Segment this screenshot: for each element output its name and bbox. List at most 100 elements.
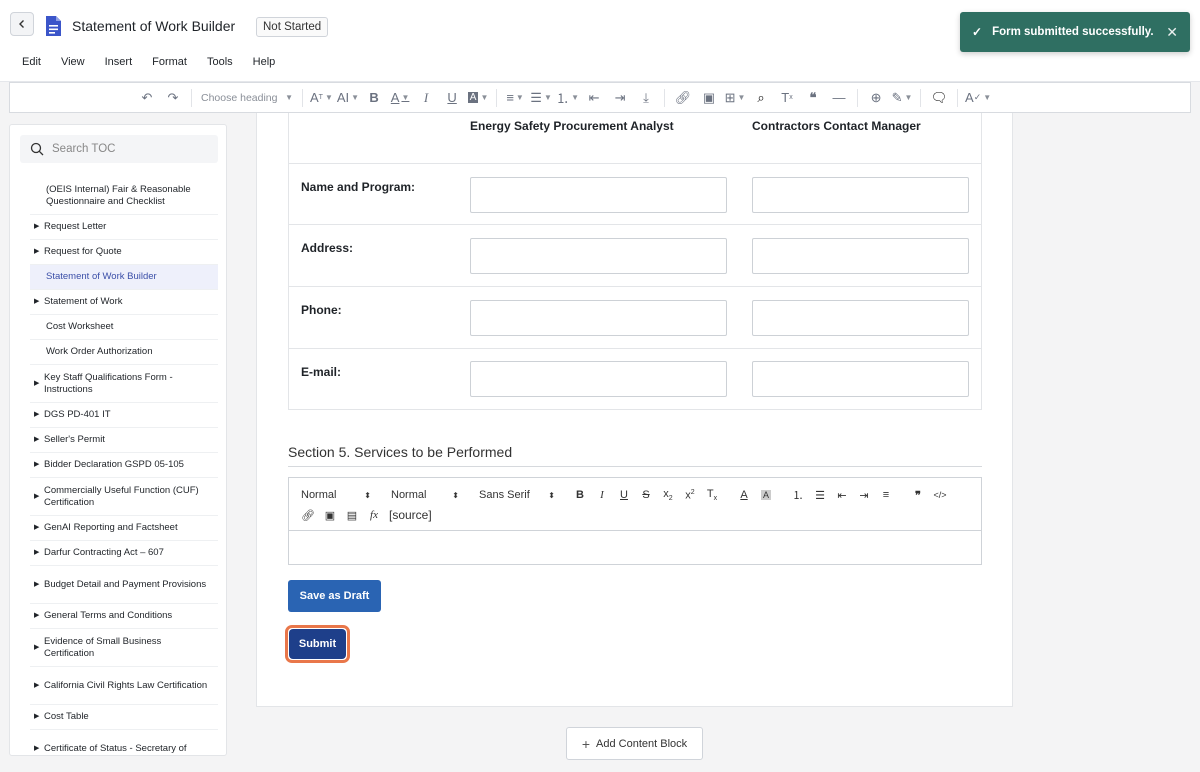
heading-select[interactable]: Choose heading ▼ bbox=[197, 92, 297, 104]
underline-icon[interactable]: U bbox=[613, 489, 635, 501]
toc-item[interactable]: ▶ Darfur Contracting Act – 607 bbox=[30, 541, 218, 566]
phone-field-2[interactable] bbox=[752, 300, 969, 336]
address-field-2[interactable] bbox=[752, 238, 969, 274]
formula-icon[interactable]: fx bbox=[363, 509, 385, 521]
strike-icon[interactable]: S bbox=[635, 489, 657, 501]
table-icon[interactable]: ⊞ ▼ bbox=[724, 87, 746, 109]
toc-item[interactable]: ▶ Budget Detail and Payment Provisions bbox=[30, 566, 218, 604]
phone-field-1[interactable] bbox=[470, 300, 727, 336]
comment-icon[interactable]: ⊕ bbox=[865, 87, 887, 109]
search-input[interactable] bbox=[52, 143, 202, 155]
superscript-icon[interactable]: x2 bbox=[679, 489, 701, 502]
toc-item[interactable]: Work Order Authorization bbox=[30, 340, 218, 365]
redo-icon[interactable]: ↷ bbox=[162, 87, 184, 109]
expand-arrow-icon[interactable]: ▶ bbox=[34, 296, 39, 308]
indent-icon[interactable]: ⇥ bbox=[853, 489, 875, 502]
toc-item[interactable]: ▶ General Terms and Conditions bbox=[30, 604, 218, 629]
source-button[interactable]: [source] bbox=[389, 508, 432, 522]
bold-icon[interactable]: B bbox=[363, 87, 385, 109]
menu-help[interactable]: Help bbox=[243, 52, 286, 74]
expand-arrow-icon[interactable]: ▶ bbox=[34, 378, 39, 390]
email-field-1[interactable] bbox=[470, 361, 727, 397]
bullet-list-icon[interactable]: ☰ bbox=[809, 489, 831, 502]
toc-item[interactable]: (OEIS Internal) Fair & Reasonable Questi… bbox=[30, 177, 218, 215]
toc-item[interactable]: ▶ Evidence of Small Business Certificatio… bbox=[30, 629, 218, 667]
italic-icon[interactable]: I bbox=[591, 489, 613, 501]
bold-icon[interactable]: B bbox=[569, 489, 591, 501]
expand-arrow-icon[interactable]: ▶ bbox=[34, 491, 39, 503]
expand-arrow-icon[interactable]: ▶ bbox=[34, 547, 39, 559]
font-color-icon[interactable]: A ▼ bbox=[389, 87, 411, 109]
image-icon[interactable]: ▣ bbox=[698, 87, 720, 109]
horizontal-line-icon[interactable]: — bbox=[828, 87, 850, 109]
toc-item[interactable]: ▶ GenAI Reporting and Factsheet bbox=[30, 516, 218, 541]
font-select[interactable]: Sans Serif ⬍ bbox=[479, 489, 555, 501]
expand-arrow-icon[interactable]: ▶ bbox=[34, 711, 39, 723]
track-changes-icon[interactable]: ✎ ▼ bbox=[891, 87, 913, 109]
bullet-list-icon[interactable]: ☰ ▼ bbox=[530, 87, 552, 109]
services-editor[interactable] bbox=[288, 531, 982, 565]
address-field-1[interactable] bbox=[470, 238, 727, 274]
name-program-field-1[interactable] bbox=[470, 177, 727, 213]
align-icon[interactable]: ≡ bbox=[875, 489, 897, 501]
font-size-icon[interactable]: A T ▼ bbox=[310, 87, 333, 109]
toc-item[interactable]: ▶ Bidder Declaration GSPD 05-105 bbox=[30, 453, 218, 478]
indent-icon[interactable]: ⇥ bbox=[609, 87, 631, 109]
expand-arrow-icon[interactable]: ▶ bbox=[34, 409, 39, 421]
toc-item[interactable]: Cost Worksheet bbox=[30, 315, 218, 340]
toc-item[interactable]: ▶ Commercially Useful Function (CUF) Cert… bbox=[30, 478, 218, 516]
clear-format-icon[interactable]: Tx bbox=[701, 488, 723, 502]
link-icon[interactable]: 🔗︎ bbox=[672, 87, 694, 109]
toc-item[interactable]: ▶ Certificate of Status - Secretary of bbox=[30, 730, 218, 755]
toc-item[interactable]: Statement of Work Builder bbox=[30, 265, 218, 290]
blockquote-icon[interactable]: ❞ bbox=[907, 489, 929, 502]
ordered-list-icon[interactable]: ⒈ bbox=[787, 487, 809, 503]
text-color-icon[interactable]: A bbox=[733, 489, 755, 501]
image-icon[interactable]: ▣ bbox=[319, 509, 341, 522]
link-icon[interactable]: 🔗︎ bbox=[297, 509, 319, 522]
menu-view[interactable]: View bbox=[51, 52, 95, 74]
menu-edit[interactable]: Edit bbox=[12, 52, 51, 74]
save-draft-button[interactable]: Save as Draft bbox=[288, 580, 381, 612]
underline-icon[interactable]: U bbox=[441, 87, 463, 109]
italic-icon[interactable]: I bbox=[415, 87, 437, 109]
toc-item[interactable]: ▶ DGS PD-401 IT bbox=[30, 403, 218, 428]
toc-item[interactable]: ▶ Request Letter bbox=[30, 215, 218, 240]
expand-arrow-icon[interactable]: ▶ bbox=[34, 610, 39, 622]
numbered-list-icon[interactable]: ⒈ ▼ bbox=[556, 87, 579, 109]
highlight-icon[interactable]: A ▼ bbox=[467, 87, 489, 109]
expand-arrow-icon[interactable]: ▶ bbox=[34, 680, 39, 692]
video-icon[interactable]: ▤ bbox=[341, 509, 363, 522]
close-icon[interactable]: ✕ bbox=[1166, 24, 1178, 41]
subscript-icon[interactable]: x2 bbox=[657, 488, 679, 502]
toc-item[interactable]: ▶ California Civil Rights Law Certificati… bbox=[30, 667, 218, 705]
page-break-icon[interactable]: ⤓ bbox=[635, 87, 657, 109]
font-family-icon[interactable]: AI ▼ bbox=[337, 87, 359, 109]
expand-arrow-icon[interactable]: ▶ bbox=[34, 221, 39, 233]
toc-item[interactable]: ▶ Request for Quote bbox=[30, 240, 218, 265]
toc-item[interactable]: ▶ Statement of Work bbox=[30, 290, 218, 315]
align-icon[interactable]: ≡ ▼ bbox=[504, 87, 526, 109]
expand-arrow-icon[interactable]: ▶ bbox=[34, 246, 39, 258]
toc-search[interactable] bbox=[20, 135, 218, 163]
expand-arrow-icon[interactable]: ▶ bbox=[34, 579, 39, 591]
menu-insert[interactable]: Insert bbox=[95, 52, 143, 74]
outdent-icon[interactable]: ⇤ bbox=[583, 87, 605, 109]
menu-tools[interactable]: Tools bbox=[197, 52, 243, 74]
clear-format-icon[interactable]: Tx bbox=[776, 87, 798, 109]
add-content-block-button[interactable]: + Add Content Block bbox=[566, 727, 703, 760]
code-icon[interactable]: </> bbox=[929, 490, 951, 500]
expand-arrow-icon[interactable]: ▶ bbox=[34, 522, 39, 534]
menu-format[interactable]: Format bbox=[142, 52, 197, 74]
header-select[interactable]: Normal ⬍ bbox=[301, 489, 371, 501]
expand-arrow-icon[interactable]: ▶ bbox=[34, 459, 39, 471]
expand-arrow-icon[interactable]: ▶ bbox=[34, 743, 39, 755]
outdent-icon[interactable]: ⇤ bbox=[831, 489, 853, 502]
size-select[interactable]: Normal ⬍ bbox=[391, 489, 459, 501]
find-replace-icon[interactable]: ⌕ bbox=[750, 87, 772, 109]
spellcheck-icon[interactable]: A ✓ ▼ bbox=[965, 87, 991, 109]
submit-button[interactable]: Submit bbox=[289, 629, 346, 659]
email-field-2[interactable] bbox=[752, 361, 969, 397]
background-color-icon[interactable]: A bbox=[755, 489, 777, 501]
expand-arrow-icon[interactable]: ▶ bbox=[34, 434, 39, 446]
